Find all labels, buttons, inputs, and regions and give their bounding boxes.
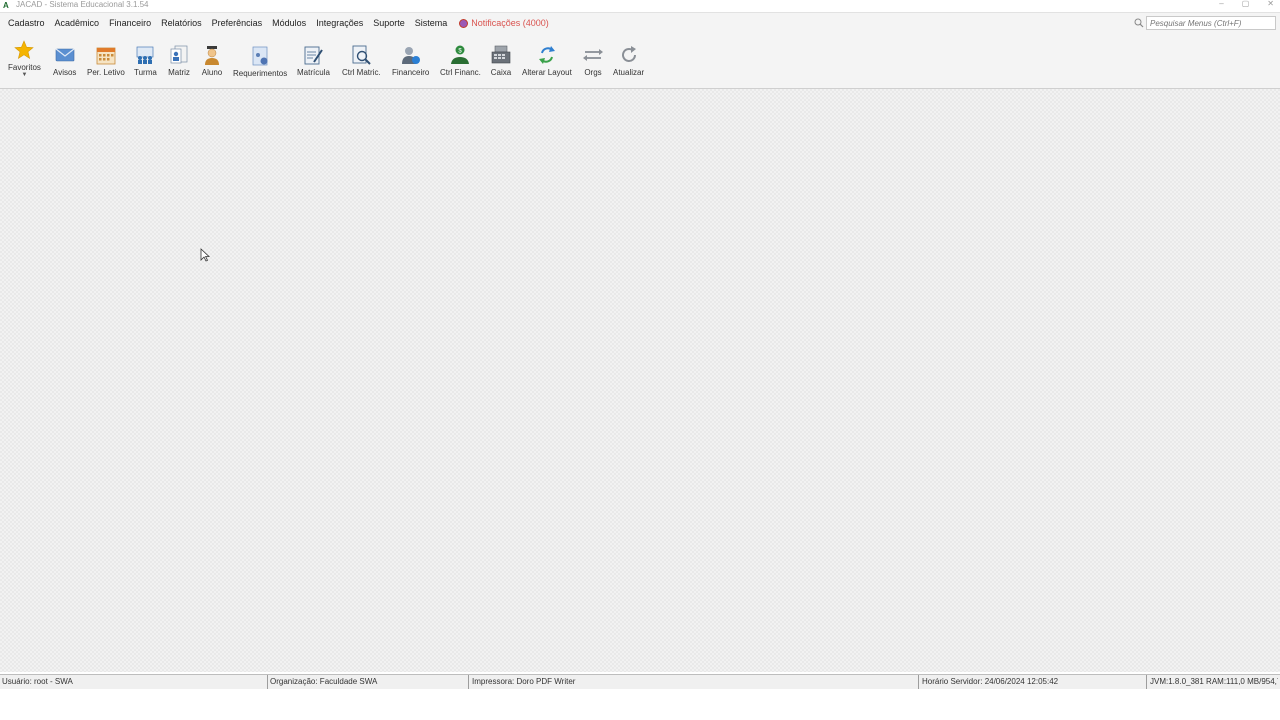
ctrl-matric-button[interactable]: Ctrl Matric. [342, 44, 381, 77]
notifications-label: Notificações (4000) [471, 18, 549, 28]
matriz-label: Matriz [168, 68, 190, 77]
finance-user-icon [401, 47, 420, 64]
search-icon [1134, 18, 1144, 28]
notification-icon [459, 18, 469, 28]
aluno-button[interactable]: Aluno [201, 44, 223, 77]
alterar-layout-button[interactable]: Alterar Layout [522, 44, 572, 77]
financeiro-label: Financeiro [392, 68, 430, 77]
ctrl-financ-label: Ctrl Financ. [440, 68, 481, 77]
menu-bar: Cadastro Acadêmico Financeiro Relatórios… [0, 12, 1280, 33]
window-controls: – ▢ ✕ [1219, 0, 1274, 8]
requerimentos-label: Requerimentos [233, 69, 288, 78]
favoritos-button[interactable]: Favoritos ▼ [8, 39, 41, 78]
matricula-button[interactable]: Matrícula [297, 44, 330, 77]
star-icon [14, 40, 35, 60]
menu-search-input[interactable] [1147, 18, 1275, 28]
status-user: Usuário: root - SWA [0, 675, 268, 689]
calendar-icon [96, 47, 116, 65]
atualizar-label: Atualizar [613, 68, 645, 77]
menu-suporte[interactable]: Suporte [373, 18, 405, 28]
main-toolbar: Favoritos ▼ Avisos Per. Letivo Turma Mat… [0, 33, 1280, 89]
enrollment-control-icon [352, 45, 372, 65]
orgs-button[interactable]: Orgs [582, 44, 604, 77]
request-icon [252, 46, 268, 66]
matrix-icon [170, 45, 188, 64]
window-bottom-margin [0, 689, 1280, 720]
main-workspace[interactable] [0, 89, 1280, 672]
maximize-icon[interactable]: ▢ [1242, 0, 1250, 8]
favoritos-label: Favoritos [8, 63, 41, 72]
status-printer: Impressora: Doro PDF Writer [470, 675, 919, 689]
menu-academico[interactable]: Acadêmico [55, 18, 100, 28]
financeiro-button[interactable]: Financeiro [392, 44, 429, 77]
caixa-label: Caixa [490, 68, 512, 77]
orgs-label: Orgs [584, 68, 602, 77]
avisos-button[interactable]: Avisos [53, 44, 76, 77]
chevron-down-icon: ▼ [21, 72, 28, 78]
status-organization: Organização: Faculdade SWA [268, 675, 469, 689]
matricula-label: Matrícula [297, 68, 330, 77]
class-group-icon [137, 46, 154, 64]
refresh-icon [621, 46, 636, 62]
cash-register-icon [491, 45, 511, 64]
mouse-pointer-icon [200, 248, 210, 262]
menu-preferencias[interactable]: Preferências [212, 18, 263, 28]
aluno-label: Aluno [201, 68, 223, 77]
menu-integracoes[interactable]: Integrações [316, 18, 363, 28]
menu-modulos[interactable]: Módulos [272, 18, 306, 28]
notifications-menu[interactable]: Notificações (4000) [459, 18, 549, 28]
matriz-button[interactable]: Matriz [168, 44, 190, 77]
finance-control-icon: $ [451, 45, 470, 64]
close-icon[interactable]: ✕ [1267, 0, 1274, 8]
menu-sistema[interactable]: Sistema [415, 18, 448, 28]
per-letivo-button[interactable]: Per. Letivo [87, 44, 125, 77]
status-bar: Usuário: root - SWA Organização: Faculda… [0, 674, 1280, 690]
swap-layout-icon [538, 46, 555, 64]
enrollment-icon [305, 46, 324, 65]
menu-relatorios[interactable]: Relatórios [161, 18, 202, 28]
status-server-time: Horário Servidor: 24/06/2024 12:05:42 [920, 675, 1147, 689]
turma-label: Turma [134, 68, 157, 77]
menu-search-box [1134, 16, 1276, 30]
window-title: JACAD - Sistema Educacional 3.1.54 [16, 0, 149, 9]
envelope-icon [55, 48, 75, 62]
menu-financeiro[interactable]: Financeiro [109, 18, 151, 28]
per-letivo-label: Per. Letivo [87, 68, 125, 77]
requerimentos-button[interactable]: Requerimentos [233, 45, 287, 78]
alterar-layout-label: Alterar Layout [522, 68, 572, 77]
student-icon [205, 46, 219, 65]
ctrl-financ-button[interactable]: $ Ctrl Financ. [440, 44, 481, 77]
ctrl-matric-label: Ctrl Matric. [342, 68, 381, 77]
avisos-label: Avisos [53, 68, 77, 77]
caixa-button[interactable]: Caixa [490, 44, 512, 77]
atualizar-button[interactable]: Atualizar [613, 44, 644, 77]
title-bar: A JACAD - Sistema Educacional 3.1.54 – ▢… [0, 0, 1280, 10]
orgs-arrows-icon [583, 49, 603, 61]
minimize-icon[interactable]: – [1219, 0, 1223, 8]
status-jvm: JVM:1.8.0_381 RAM:111,0 MB/954,7 MB [1150, 677, 1278, 686]
turma-button[interactable]: Turma [134, 44, 157, 77]
app-logo-icon: A [3, 0, 9, 10]
menu-cadastro[interactable]: Cadastro [8, 18, 45, 28]
